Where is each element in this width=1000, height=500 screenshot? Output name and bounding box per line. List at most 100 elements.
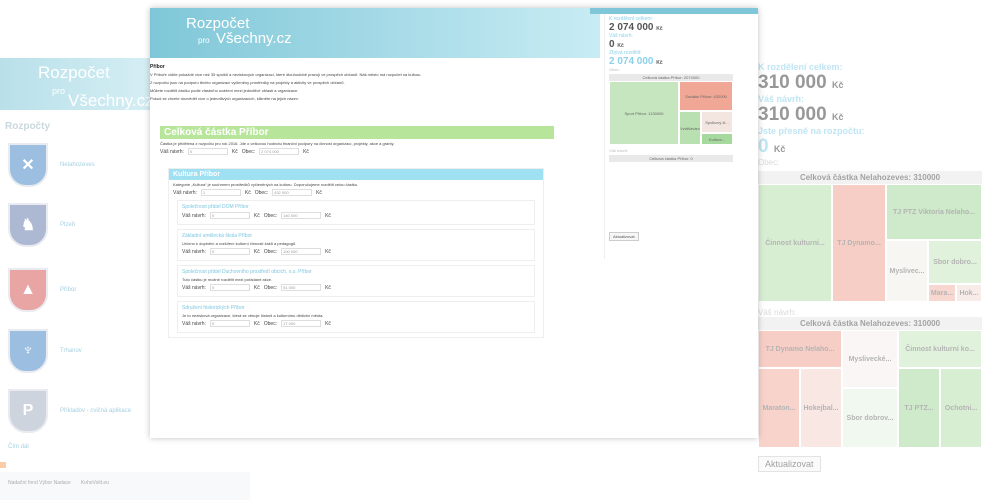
sub-title[interactable]: Společnost přátel DOM Příbor xyxy=(182,204,530,210)
sidebar-item-trhanov[interactable]: ♆ Trhanov xyxy=(8,326,158,376)
sidebar-item-label: Trhanov xyxy=(60,348,82,354)
sidebar-item-label: Plzeň xyxy=(60,222,76,228)
feedback-marker[interactable] xyxy=(0,462,6,468)
total-desc: Částka je přidělena z rozpočtu pro rok 2… xyxy=(160,141,395,146)
sub-proposal-input[interactable] xyxy=(209,284,250,291)
treemap-cell[interactable]: Ochotni... xyxy=(940,368,982,448)
proposal-value: 0 Kč xyxy=(609,39,624,50)
kultura-desc: Kategorie „Kultura“ je souhrnem prostřed… xyxy=(173,182,359,187)
site-logo[interactable]: Rozpočet pro Všechny.cz xyxy=(38,64,154,109)
total-value: 310 000 Kč xyxy=(758,72,844,93)
budget-modal: Rozpočet pro Všechny.cz Příbor V Příboře… xyxy=(150,8,758,438)
treemap-cell[interactable]: Myslivecké... xyxy=(842,330,898,388)
currency: Kč xyxy=(316,189,322,196)
treemap-pribor: Sport Příbor: 1130000 Sociální Příbor: 4… xyxy=(609,81,733,145)
currency: Kč xyxy=(325,248,331,255)
sub-title[interactable]: Sdružení historických Příbor xyxy=(182,305,530,311)
treemap-cell[interactable]: Maraton... xyxy=(758,368,800,448)
treemap-proposal: TJ Dynamo Nelaho... Myslivecké... Činnos… xyxy=(758,330,982,448)
currency: Kč xyxy=(253,320,260,327)
sub-title[interactable]: Základní umělecká škola Příbor xyxy=(182,233,530,239)
treemap-cell[interactable]: Sbor dobro... xyxy=(928,240,982,284)
treemap-cell[interactable]: Vzdělávání xyxy=(679,111,701,145)
sub-desc: Tuto částku je možné rozdělit mezi pořád… xyxy=(182,277,273,282)
total-label: K rozdělení celkem: xyxy=(758,62,843,72)
chart-title: Celková částka Příbor: 2074000 xyxy=(609,74,733,81)
exact-value: 0 Kč xyxy=(758,136,786,157)
proposal-label: Váš návrh: xyxy=(160,148,184,155)
refresh-button[interactable]: Aktualizovat xyxy=(609,232,639,241)
sub-item: Sdružení historických Příbor Je to nezis… xyxy=(177,301,535,333)
sidebar-title: Rozpočty xyxy=(5,121,50,132)
treemap-cell[interactable]: TJ Dynamo... xyxy=(832,184,886,302)
total-obec-field xyxy=(259,148,300,155)
trhanov-crest-icon: ♆ xyxy=(8,329,48,373)
treemap-cell[interactable]: Činnost kulturní ko... xyxy=(898,330,982,368)
plzen-crest-icon: ♞ xyxy=(8,203,48,247)
treemap-cell[interactable]: Sport Příbor: 1130000 xyxy=(609,81,679,145)
treemap-cell[interactable]: Hok... xyxy=(956,284,982,302)
sub-item: Základní umělecká škola Příbor Určeno k … xyxy=(177,229,535,261)
sidebar-item-pribor[interactable]: ▲ Příbor xyxy=(8,265,158,315)
treemap-cell[interactable]: Mara... xyxy=(928,284,956,302)
sub-proposal-input[interactable] xyxy=(209,320,250,327)
sidebar-item-label: Příbor xyxy=(60,287,77,293)
currency: Kč xyxy=(244,189,251,196)
intro-paragraph: Můžete rozdělit částku podle vlastního u… xyxy=(150,88,299,93)
cim-dal-link[interactable]: Čím dál xyxy=(8,444,29,450)
sub-form-row: Váš návrh: Kč Obec: Kč xyxy=(182,212,530,219)
refresh-button[interactable]: Aktualizovat xyxy=(758,456,821,472)
treemap-obec: Činnost kulturní... TJ Dynamo... TJ PTZ … xyxy=(758,184,982,302)
treemap-cell[interactable]: TJ PTZ... xyxy=(898,368,940,448)
sidebar-item-nelahozeves[interactable]: ✕ Nelahozeves xyxy=(8,140,158,190)
sub-form-row: Váš návrh: Kč Obec: Kč xyxy=(182,320,530,327)
modal-logo[interactable]: Rozpočet pro Všechny.cz xyxy=(186,16,292,47)
logo-line-3: Všechny.cz xyxy=(68,91,154,110)
sub-proposal-input[interactable] xyxy=(209,248,250,255)
nelahozeves-crest-icon: ✕ xyxy=(8,143,48,187)
kultura-obec-field xyxy=(272,189,313,196)
obec-label: Obec: xyxy=(254,189,269,196)
treemap-cell[interactable]: Hokejbal... xyxy=(800,368,842,448)
sub-desc: Je to nezisková organizace, která se věn… xyxy=(182,313,324,318)
summary-panel: K rozdělení celkem: 310 000 Kč Váš návrh… xyxy=(758,62,990,472)
treemap-cell[interactable]: TJ Dynamo Nelaho... xyxy=(758,330,842,368)
kohovolit-logo[interactable]: KohoVolit.eu xyxy=(81,480,109,486)
sub-item: Společnost přátel DOM Příbor Váš návrh: … xyxy=(177,200,535,225)
treemap-cell[interactable]: Sbor dobrov... xyxy=(842,388,898,448)
proposal-chart-title: Celková částka Příbor: 0 xyxy=(609,155,733,162)
kultura-section: Kultura Příbor Kategorie „Kultura“ je so… xyxy=(168,168,544,338)
intro-paragraph: Z rozpočtu jsou na podporu těchto organi… xyxy=(150,80,345,85)
sub-proposal-input[interactable] xyxy=(209,212,250,219)
total-proposal-input[interactable] xyxy=(187,148,228,155)
treemap-cell[interactable]: Myslivec... xyxy=(886,240,928,302)
logo-line-2: pro xyxy=(198,36,210,45)
footer: Nadační fond Výbor Nadace KohoVolit.eu xyxy=(0,472,250,500)
treemap-cell[interactable]: Sociální Příbor: 432000 xyxy=(679,81,733,111)
treemap-cell[interactable]: Kultura... xyxy=(701,133,733,145)
intro-paragraph: V Příboře vidíte pokaždé více než 35 spo… xyxy=(150,72,422,77)
treemap-cell[interactable]: Spolkový ži... xyxy=(701,111,733,133)
total-section: Celková částka Příbor Částka je přidělen… xyxy=(160,126,554,157)
obec-label: Obec: xyxy=(263,284,278,291)
proposal-value: 310 000 Kč xyxy=(758,104,844,125)
kultura-proposal-input[interactable] xyxy=(200,189,241,196)
currency: Kč xyxy=(253,284,260,291)
sidebar-item-prikladov[interactable]: P Příkladov - cvičná aplikace xyxy=(8,386,158,436)
sub-obec-field xyxy=(281,284,322,291)
proposal-label: Váš návrh: xyxy=(182,320,206,327)
treemap-cell[interactable]: Činnost kulturní... xyxy=(758,184,832,302)
treemap-cell[interactable]: TJ PTZ Viktoria Nelaho... xyxy=(886,184,982,240)
sidebar-item-plzen[interactable]: ♞ Plzeň xyxy=(8,200,158,250)
sub-title[interactable]: Společnost přátel Duchovního prostředí o… xyxy=(182,269,530,275)
obec-label: Obec: xyxy=(263,212,278,219)
intro-paragraph: Pokud se chcete dozvědět více o jednotli… xyxy=(150,96,299,101)
exact-label: Jste přesně na rozpočtu: xyxy=(758,126,865,136)
total-title: Celková částka Příbor xyxy=(160,126,554,139)
obec-label: Obec: xyxy=(263,248,278,255)
nadacni-fond-logo[interactable]: Nadační fond Výbor Nadace xyxy=(8,480,71,486)
chart2-label: Váš návrh: xyxy=(758,308,797,317)
sub-obec-field xyxy=(281,320,322,327)
proposal-label: Váš návrh: xyxy=(182,212,206,219)
total-form-row: Váš návrh: Kč Obec: Kč xyxy=(160,148,554,155)
